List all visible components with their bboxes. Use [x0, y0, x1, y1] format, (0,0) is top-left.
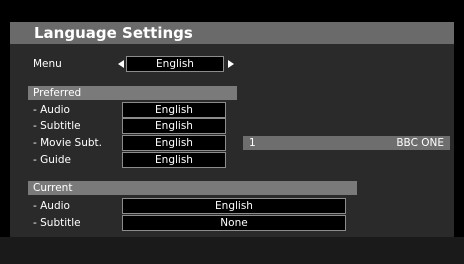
current-audio-value: English	[122, 198, 346, 214]
preferred-movie-subt-label: - Movie Subt.	[33, 137, 102, 149]
page-title: Language Settings	[34, 24, 193, 42]
preferred-audio-value[interactable]: English	[122, 102, 226, 118]
bottom-bar	[0, 237, 464, 264]
tv-screen: Language Settings Menu English Preferred…	[0, 0, 464, 264]
left-arrow-icon[interactable]	[118, 60, 124, 68]
preferred-audio-label: - Audio	[33, 104, 70, 116]
preferred-guide-value[interactable]: English	[122, 152, 226, 168]
menu-language-selector[interactable]: English	[126, 56, 224, 72]
channel-name: BBC ONE	[396, 137, 444, 149]
preferred-section-header: Preferred	[28, 86, 237, 100]
preferred-movie-subt-value[interactable]: English	[122, 135, 226, 151]
title-bar: Language Settings	[10, 22, 454, 44]
preferred-subtitle-label: - Subtitle	[33, 120, 81, 132]
right-arrow-icon[interactable]	[228, 60, 234, 68]
current-section-header: Current	[28, 181, 357, 195]
preferred-subtitle-value[interactable]: English	[122, 118, 226, 134]
channel-number: 1	[249, 137, 256, 149]
preferred-guide-label: - Guide	[33, 154, 71, 166]
current-subtitle-label: - Subtitle	[33, 217, 81, 229]
channel-info-bar: 1 BBC ONE	[243, 136, 450, 150]
menu-label: Menu	[33, 58, 62, 70]
current-subtitle-value: None	[122, 215, 346, 231]
current-audio-label: - Audio	[33, 200, 70, 212]
